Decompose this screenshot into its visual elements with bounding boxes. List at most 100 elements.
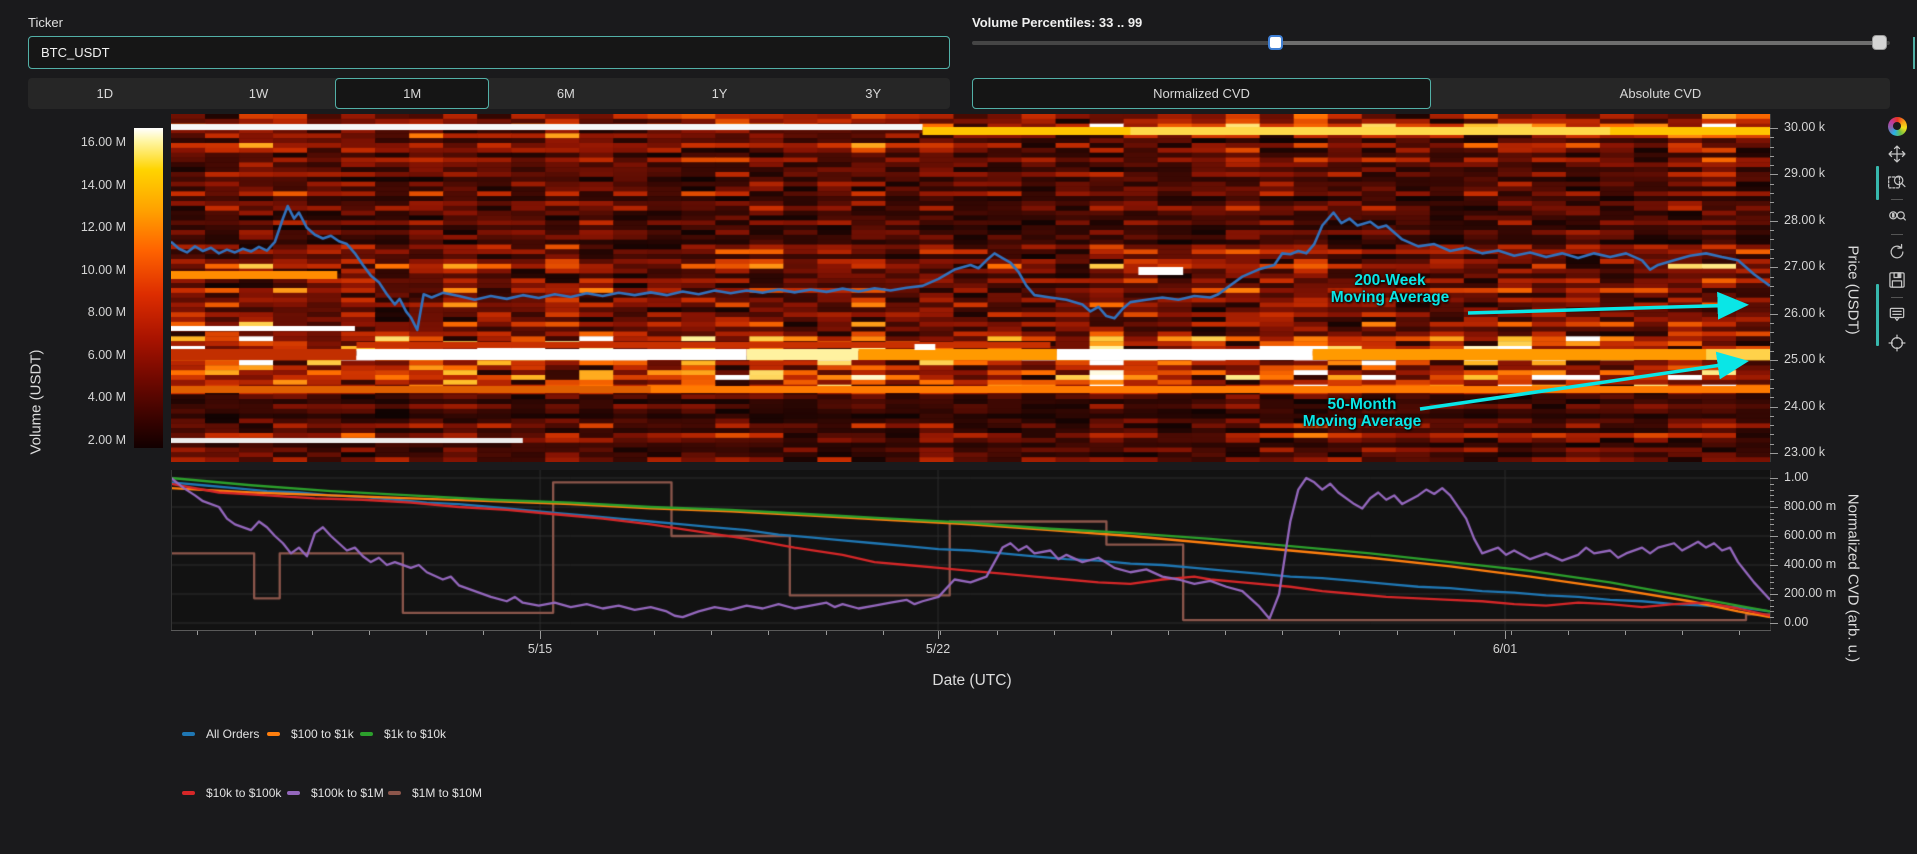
cvd-mode-button-normalized-cvd[interactable]: Normalized CVD (972, 78, 1431, 109)
pan-icon[interactable] (1886, 143, 1908, 165)
tick-mark (1770, 600, 1774, 601)
tick-mark (1770, 332, 1774, 333)
legend-label: All Orders (206, 727, 259, 741)
tick-mark (1770, 193, 1774, 194)
timeframe-button-1d[interactable]: 1D (28, 78, 182, 109)
tick-mark (711, 631, 712, 635)
hover-icon[interactable] (1886, 304, 1908, 326)
ticker-label: Ticker (28, 15, 63, 30)
tick-mark (997, 631, 998, 635)
toolbar-separator (1891, 199, 1903, 200)
tick-mark (1770, 314, 1778, 315)
volume-heatmap-canvas[interactable] (171, 114, 1770, 462)
timeframe-button-3y[interactable]: 3Y (796, 78, 950, 109)
cvd-axis-title: Normalized CVD (arb. u.) (1845, 494, 1862, 662)
tick-label: 27.00 k (1784, 259, 1825, 273)
tick-label: 2.00 M (56, 433, 126, 447)
tick-mark (1770, 267, 1778, 268)
legend-swatch (287, 791, 300, 795)
tick-label: 8.00 M (56, 305, 126, 319)
tick-label: 14.00 M (56, 178, 126, 192)
tick-label: 200.00 m (1784, 586, 1836, 600)
tick-label: 29.00 k (1784, 166, 1825, 180)
tick-mark (1770, 360, 1778, 361)
tick-mark (1682, 631, 1683, 635)
legend-label: $1M to $10M (412, 786, 482, 800)
wheel-zoom-icon[interactable] (1886, 206, 1908, 228)
tick-label: 6.00 M (56, 348, 126, 362)
tick-label: 0.00 (1784, 615, 1808, 629)
tick-mark (1770, 565, 1778, 566)
tick-mark (1770, 221, 1778, 222)
tick-label: 600.00 m (1784, 528, 1836, 542)
tick-mark (1770, 184, 1774, 185)
toolbar-separator (1891, 234, 1903, 235)
crosshair-icon[interactable] (1886, 332, 1908, 354)
tick-label: 5/15 (510, 642, 570, 656)
tick-label: 24.00 k (1784, 399, 1825, 413)
timeframe-button-1y[interactable]: 1Y (643, 78, 797, 109)
legend-item: $1M to $10M (388, 786, 482, 800)
tick-mark (1770, 407, 1778, 408)
tick-mark (426, 631, 427, 635)
tick-mark (255, 631, 256, 635)
legend-item: $1k to $10k (360, 727, 446, 741)
cvd-mode-button-absolute-cvd[interactable]: Absolute CVD (1431, 78, 1890, 109)
legend-item: All Orders (182, 727, 259, 741)
normalized-cvd-canvas[interactable] (171, 470, 1770, 630)
legend-label: $100k to $1M (311, 786, 384, 800)
tick-mark (1225, 631, 1226, 635)
tick-mark (1770, 202, 1774, 203)
tick-mark (1770, 388, 1774, 389)
clipped-edge-element (1913, 37, 1915, 69)
tick-mark (883, 631, 884, 635)
tick-mark (1770, 490, 1774, 491)
tick-mark (540, 631, 541, 635)
tick-mark (597, 631, 598, 635)
legend-swatch (388, 791, 401, 795)
tick-mark (1770, 553, 1774, 554)
timeframe-button-6m[interactable]: 6M (489, 78, 643, 109)
tick-mark (1770, 128, 1778, 129)
slider-handle-high[interactable] (1872, 35, 1887, 50)
legend-label: $100 to $1k (291, 727, 354, 741)
tick-label: 400.00 m (1784, 557, 1836, 571)
legend-item: $100 to $1k (267, 727, 354, 741)
tick-mark (1770, 304, 1774, 305)
tick-mark (1770, 606, 1774, 607)
tick-mark (1511, 631, 1512, 635)
tick-mark (1111, 631, 1112, 635)
tick-mark (1770, 495, 1774, 496)
legend-swatch (267, 732, 280, 736)
ticker-input[interactable] (28, 36, 950, 69)
volume-percentiles-slider[interactable] (972, 41, 1890, 45)
tick-label: 16.00 M (56, 135, 126, 149)
tick-label: 800.00 m (1784, 499, 1836, 513)
slider-handle-low[interactable] (1268, 35, 1283, 50)
tick-label: 12.00 M (56, 220, 126, 234)
volume-colorbar (134, 128, 163, 448)
tick-mark (654, 631, 655, 635)
timeframe-button-group: 1D1W1M6M1Y3Y (28, 78, 950, 109)
tick-mark (1505, 631, 1506, 639)
tick-mark (483, 631, 484, 635)
box-zoom-icon[interactable] (1886, 171, 1908, 193)
tick-mark (1770, 156, 1774, 157)
tick-label: 4.00 M (56, 390, 126, 404)
save-icon[interactable] (1886, 269, 1908, 291)
plot-toolbar (1884, 112, 1910, 357)
reset-icon[interactable] (1886, 241, 1908, 263)
tick-label: 30.00 k (1784, 120, 1825, 134)
tick-mark (1770, 277, 1774, 278)
tick-mark (940, 631, 941, 635)
timeframe-button-1w[interactable]: 1W (182, 78, 336, 109)
bokeh-logo-icon[interactable] (1886, 115, 1908, 137)
tick-mark (1770, 484, 1774, 485)
volume-axis-title: Volume (USDT) (28, 349, 45, 454)
tick-label: 28.00 k (1784, 213, 1825, 227)
timeframe-button-1m[interactable]: 1M (335, 78, 489, 109)
tick-mark (1054, 631, 1055, 635)
legend-label: $1k to $10k (384, 727, 446, 741)
legend-swatch (182, 791, 195, 795)
tick-mark (1770, 524, 1774, 525)
